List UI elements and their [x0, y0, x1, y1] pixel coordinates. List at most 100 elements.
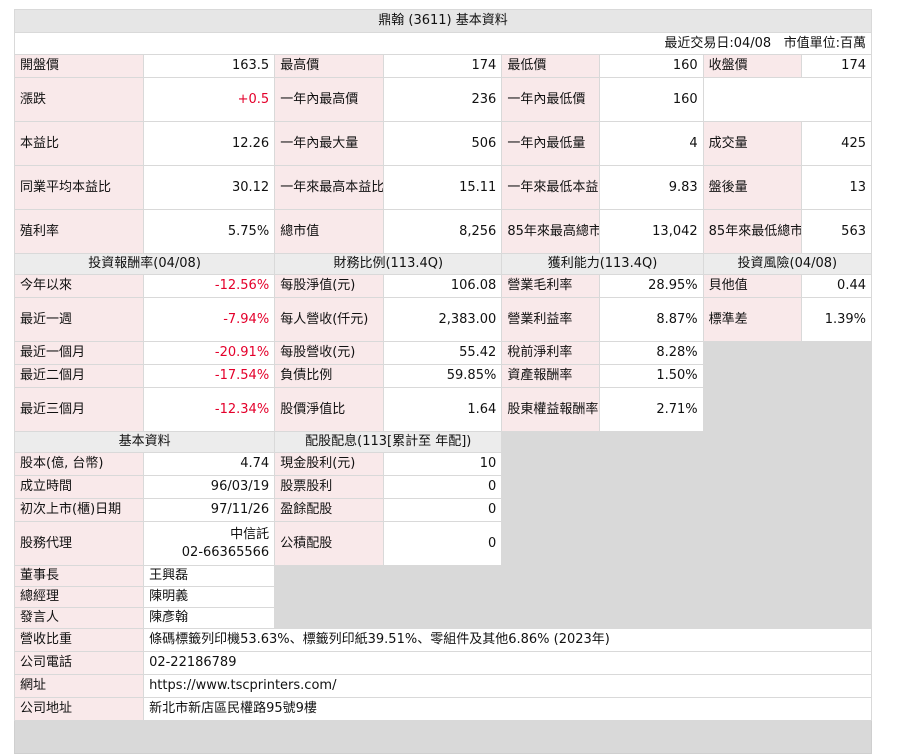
beta-value: 0.44	[801, 275, 871, 297]
year-high-label: 一年內最高價	[275, 78, 383, 121]
month1-return-value: -20.91%	[144, 342, 275, 364]
revenue-per-share-label: 每股營收(元)	[275, 342, 383, 364]
agent-phone: 02-66365566	[181, 544, 270, 560]
year-min-volume-label: 一年內最低量	[502, 122, 600, 165]
week-return-value: -7.94%	[144, 298, 275, 341]
industry-pe-label: 同業平均本益比	[15, 166, 144, 209]
chairman-value: 王興磊	[144, 566, 275, 586]
empty-cell	[703, 78, 871, 121]
listed-value: 97/11/26	[144, 499, 275, 521]
open-label: 開盤價	[15, 55, 144, 77]
gross-margin-label: 營業毛利率	[502, 275, 600, 297]
year-max-volume-value: 506	[383, 122, 502, 165]
empty-area	[275, 566, 501, 628]
pe-label: 本益比	[15, 122, 144, 165]
address-label: 公司地址	[15, 698, 144, 720]
week-return-label: 最近一週	[15, 298, 144, 341]
trade-date-unit: 最近交易日:04/08 市值單位:百萬	[15, 33, 871, 54]
low-value: 160	[600, 55, 703, 77]
month1-return-label: 最近一個月	[15, 342, 144, 364]
year-high-pe-value: 15.11	[383, 166, 502, 209]
year-max-volume-label: 一年內最大量	[275, 122, 383, 165]
section-risk-header: 投資風險(04/08)	[703, 254, 871, 274]
change-label: 漲跌	[15, 78, 144, 121]
year-low-pe-value: 9.83	[600, 166, 703, 209]
phone-label: 公司電話	[15, 652, 144, 674]
section-returns-header: 投資報酬率(04/08)	[15, 254, 275, 274]
gross-margin-value: 28.95%	[600, 275, 703, 297]
cap-high-label: 85年來最高總市值	[502, 210, 600, 253]
pb-value: 1.64	[383, 388, 502, 431]
high-label: 最高價	[275, 55, 383, 77]
yield-value: 5.75%	[144, 210, 275, 253]
month3-return-value: -12.34%	[144, 388, 275, 431]
operating-margin-label: 營業利益率	[502, 298, 600, 341]
change-value: +0.5	[144, 78, 275, 121]
revenue-mix-label: 營收比重	[15, 629, 144, 651]
industry-pe-value: 30.12	[144, 166, 275, 209]
reserve-dividend-label: 公積配股	[275, 522, 383, 565]
section-financial-header: 財務比例(113.4Q)	[275, 254, 502, 274]
phone-value: 02-22186789	[144, 652, 871, 674]
debt-ratio-value: 59.85%	[383, 365, 502, 387]
year-min-volume-value: 4	[600, 122, 703, 165]
revenue-per-person-label: 每人營收(仟元)	[275, 298, 383, 341]
spokesman-label: 發言人	[15, 608, 144, 628]
year-low-pe-label: 一年來最低本益比	[502, 166, 600, 209]
gm-value: 陳明義	[144, 587, 275, 607]
pb-label: 股價淨值比	[275, 388, 383, 431]
close-value: 174	[801, 55, 871, 77]
page-title: 鼎翰 (3611) 基本資料	[15, 10, 871, 32]
bvps-label: 每股淨值(元)	[275, 275, 383, 297]
founded-value: 96/03/19	[144, 476, 275, 498]
cap-low-label: 85年來最低總市值	[703, 210, 801, 253]
open-value: 163.5	[144, 55, 275, 77]
cash-dividend-label: 現金股利(元)	[275, 453, 383, 475]
volume-label: 成交量	[703, 122, 801, 165]
cash-dividend-value: 10	[383, 453, 502, 475]
roe-label: 股東權益報酬率	[502, 388, 600, 431]
year-high-pe-label: 一年來最高本益比	[275, 166, 383, 209]
market-cap-unit: 市值單位:百萬	[783, 35, 866, 51]
agent-label: 股務代理	[15, 522, 144, 565]
revenue-mix-value: 條碼標籤列印機53.63%、標籤列印紙39.51%、零組件及其他6.86% (2…	[144, 629, 871, 651]
roe-value: 2.71%	[600, 388, 703, 431]
yield-label: 殖利率	[15, 210, 144, 253]
close-label: 收盤價	[703, 55, 801, 77]
address-value: 新北市新店區民權路95號9樓	[144, 698, 871, 720]
revenue-per-person-value: 2,383.00	[383, 298, 502, 341]
empty-area	[502, 432, 871, 628]
stock-dividend-value: 0	[383, 476, 502, 498]
empty-area	[704, 342, 871, 431]
agent-name: 中信託	[230, 526, 270, 542]
listed-label: 初次上市(櫃)日期	[15, 499, 144, 521]
pretax-margin-label: 稅前淨利率	[502, 342, 600, 364]
stock-dividend-label: 股票股利	[275, 476, 383, 498]
capital-value: 4.74	[144, 453, 275, 475]
section-profit-header: 獲利能力(113.4Q)	[502, 254, 703, 274]
spokesman-value: 陳彥翰	[144, 608, 275, 628]
market-cap-value: 8,256	[383, 210, 502, 253]
high-value: 174	[383, 55, 502, 77]
year-high-value: 236	[383, 78, 502, 121]
capital-label: 股本(億, 台幣)	[15, 453, 144, 475]
month2-return-label: 最近二個月	[15, 365, 144, 387]
revenue-per-share-value: 55.42	[383, 342, 502, 364]
year-low-value: 160	[600, 78, 703, 121]
gm-label: 總經理	[15, 587, 144, 607]
website-link[interactable]: https://www.tscprinters.com/	[144, 675, 871, 697]
surplus-dividend-value: 0	[383, 499, 502, 521]
pretax-margin-value: 8.28%	[600, 342, 703, 364]
founded-label: 成立時間	[15, 476, 144, 498]
pe-value: 12.26	[144, 122, 275, 165]
volume-value: 425	[801, 122, 871, 165]
roa-value: 1.50%	[600, 365, 703, 387]
year-low-label: 一年內最低價	[502, 78, 600, 121]
chairman-label: 董事長	[15, 566, 144, 586]
market-cap-label: 總市值	[275, 210, 383, 253]
cap-low-value: 563	[801, 210, 871, 253]
beta-label: 貝他值	[703, 275, 801, 297]
after-hours-volume-label: 盤後量	[703, 166, 801, 209]
ytd-return-value: -12.56%	[144, 275, 275, 297]
section-basic-header: 基本資料	[15, 432, 275, 452]
